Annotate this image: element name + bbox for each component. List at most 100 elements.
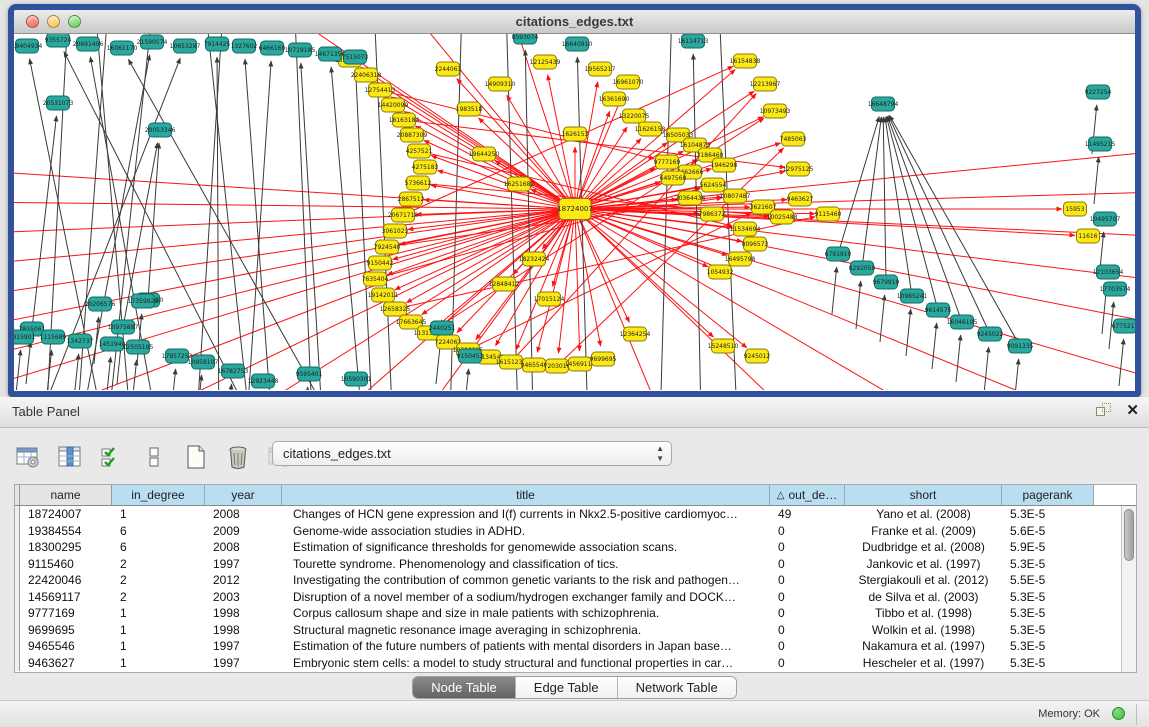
close-panel-icon[interactable]: ✕ [1126,403,1139,418]
tab-network-table[interactable]: Network Table [618,677,736,698]
graph-node[interactable] [459,349,482,363]
graph-edge[interactable] [693,54,702,390]
table-cell[interactable]: Nakamura et al. (1997) [845,638,1002,655]
graph-node[interactable] [493,277,516,291]
graph-node[interactable] [712,339,735,353]
table-cell[interactable]: 5.9E-5 [1002,539,1094,556]
table-cell[interactable]: Dudbridge et al. (2008) [845,539,1002,556]
table-cell[interactable]: Changes of HCN gene expression and I(f) … [282,506,770,523]
table-cell[interactable]: 5.3E-5 [1002,622,1094,639]
graph-edge[interactable] [984,347,989,390]
graph-node[interactable] [192,355,215,369]
graph-node[interactable] [979,327,1002,341]
table-row[interactable]: 1830029562008Estimation of significance … [15,539,1136,556]
table-cell[interactable]: 2003 [205,589,282,606]
graph-node[interactable] [111,41,134,55]
table-cell[interactable]: Embryonic stem cells: a model to study s… [282,655,770,672]
graph-node[interactable] [16,39,39,53]
graph-edge[interactable] [94,317,99,364]
minimize-window-button[interactable] [47,15,60,28]
graph-node[interactable] [764,104,787,118]
graph-edge[interactable] [377,82,575,209]
show-columns-icon[interactable] [56,443,84,471]
graph-node[interactable] [701,207,724,221]
graph-node[interactable] [514,34,537,44]
table-row[interactable]: 969969511998Structural magnetic resonanc… [15,622,1136,639]
column-header-out-degree[interactable]: △out_de… [770,485,845,505]
graph-node[interactable] [89,297,112,311]
table-cell[interactable]: 2008 [205,539,282,556]
delete-table-icon[interactable] [224,443,252,471]
tab-edge-table[interactable]: Edge Table [516,677,618,698]
graph-node[interactable] [569,357,592,371]
graph-node[interactable] [656,155,679,169]
graph-node[interactable] [624,327,647,341]
table-mode-icon[interactable] [14,443,42,471]
graph-node[interactable] [289,43,312,57]
graph-node[interactable] [1087,85,1110,99]
graph-edge[interactable] [204,34,254,390]
table-cell[interactable]: Structural magnetic resonance image aver… [282,622,770,639]
graph-edge[interactable] [1119,339,1124,386]
table-cell[interactable]: 5.5E-5 [1002,572,1094,589]
table-row[interactable]: 1456911722003Disruption of a novel membe… [15,589,1136,606]
graph-edge[interactable] [575,209,1135,390]
graph-edge[interactable] [14,154,575,209]
graph-node[interactable] [1077,229,1100,243]
table-cell[interactable]: 9115460 [20,556,112,573]
graph-node[interactable] [382,98,405,112]
graph-node[interactable] [679,191,702,205]
table-cell[interactable]: 2009 [205,523,282,540]
graph-node[interactable] [47,96,70,110]
graph-node[interactable] [538,292,561,306]
graph-edge[interactable] [575,209,1094,390]
table-cell[interactable]: 1 [112,655,205,672]
table-cell[interactable]: 0 [770,523,845,540]
graph-node[interactable] [1114,319,1136,333]
table-cell[interactable]: 18300295 [20,539,112,556]
table-cell[interactable]: 6 [112,539,205,556]
table-cell[interactable]: Tourette syndrome. Phenomenology and cla… [282,556,770,573]
graph-edge[interactable] [1094,157,1099,204]
graph-edge[interactable] [548,75,575,209]
row-height-icon[interactable] [140,443,168,471]
graph-node[interactable] [589,62,612,76]
graph-node[interactable] [414,160,437,174]
graph-node[interactable] [754,77,777,91]
graph-edge[interactable] [26,342,31,384]
table-cell[interactable]: 5.3E-5 [1002,655,1094,672]
graph-node[interactable] [42,330,65,344]
graph-node[interactable] [1089,137,1112,151]
graph-node[interactable] [662,171,685,185]
graph-node[interactable] [369,83,392,97]
table-row[interactable]: 1872400712008Changes of HCN gene express… [15,506,1136,523]
graph-node[interactable] [746,349,769,363]
graph-edge[interactable] [106,357,111,390]
graph-node[interactable] [252,374,275,388]
graph-node[interactable] [408,144,431,158]
graph-node[interactable] [724,189,747,203]
table-cell[interactable]: Disruption of a novel member of a sodium… [282,589,770,606]
graph-node[interactable] [431,321,454,335]
table-cell[interactable]: 1997 [205,556,282,573]
graph-node[interactable] [617,75,640,89]
graph-node[interactable] [69,334,92,348]
graph-node[interactable] [771,210,794,224]
graph-node[interactable] [592,352,615,366]
table-cell[interactable]: 0 [770,539,845,556]
graph-edge[interactable] [558,209,575,353]
graph-node[interactable] [851,261,874,275]
table-cell[interactable]: 1998 [205,605,282,622]
graph-node[interactable] [458,102,481,116]
table-cell[interactable]: Franke et al. (2009) [845,523,1002,540]
graph-edge[interactable] [889,115,1020,346]
graph-edge[interactable] [832,267,837,314]
graph-node[interactable] [141,35,164,49]
table-cell[interactable]: 0 [770,638,845,655]
graph-node[interactable] [174,39,197,53]
graph-edge[interactable] [393,209,575,260]
table-cell[interactable]: 9465546 [20,638,112,655]
graph-node[interactable] [872,97,895,111]
graph-node[interactable] [376,240,399,254]
graph-node[interactable] [401,128,424,142]
